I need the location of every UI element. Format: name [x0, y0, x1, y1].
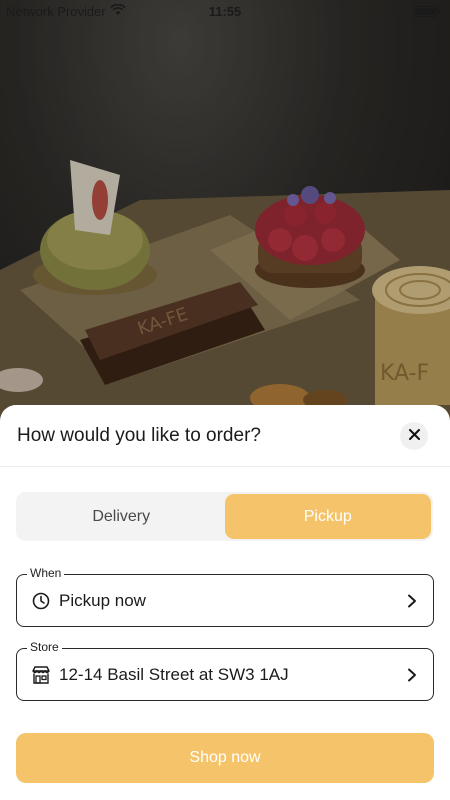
when-legend: When — [27, 566, 65, 580]
shop-now-button[interactable]: Shop now — [16, 733, 434, 783]
when-value: Pickup now — [59, 590, 146, 610]
close-button[interactable] — [400, 421, 428, 450]
order-type-toggle: Delivery Pickup — [16, 492, 433, 541]
store-legend: Store — [27, 640, 62, 654]
store-field[interactable]: Store 12-14 Basil Street at SW3 1AJ — [16, 640, 434, 701]
clock: 11:55 — [208, 4, 242, 19]
status-bar: Network Provider 11:55 — [0, 0, 450, 24]
chevron-right-icon — [405, 594, 419, 608]
sheet-title: How would you like to order? — [17, 424, 261, 446]
close-icon — [408, 427, 420, 445]
hero-photo: KA-FE KA-F — [0, 0, 450, 420]
tab-delivery[interactable]: Delivery — [18, 494, 225, 539]
photo-dim-overlay — [0, 0, 450, 420]
sheet-header: How would you like to order? — [0, 405, 450, 467]
battery-icon — [414, 6, 440, 17]
order-type-sheet: How would you like to order? Delivery Pi… — [0, 405, 450, 800]
store-value: 12-14 Basil Street at SW3 1AJ — [59, 664, 289, 684]
storefront-icon — [31, 665, 51, 685]
tab-pickup[interactable]: Pickup — [224, 494, 431, 539]
chevron-right-icon — [405, 668, 419, 682]
clock-icon — [31, 591, 51, 611]
when-field[interactable]: When Pickup now — [16, 566, 434, 627]
